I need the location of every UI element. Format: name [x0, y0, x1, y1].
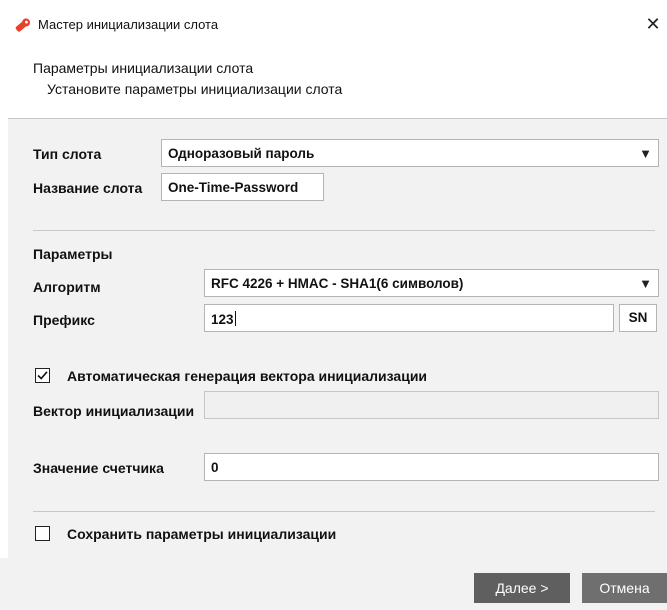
- algorithm-value: RFC 4226 + HMAC - SHA1(6 символов): [211, 276, 464, 291]
- algorithm-label: Алгоритм: [33, 279, 101, 295]
- counter-label: Значение счетчика: [33, 460, 164, 476]
- close-icon[interactable]: ✕: [639, 8, 667, 40]
- auto-iv-label: Автоматическая генерация вектора инициал…: [67, 368, 428, 384]
- wizard-window: Мастер инициализации слота ✕ Параметры и…: [0, 0, 667, 610]
- page-title: Параметры инициализации слота: [33, 60, 254, 76]
- iv-label: Вектор инициализации: [33, 403, 195, 419]
- prefix-value: 123: [211, 312, 234, 327]
- checkmark-icon: [37, 371, 48, 380]
- chevron-down-icon: ▼: [639, 146, 652, 161]
- save-params-checkbox[interactable]: [35, 526, 50, 541]
- chevron-down-icon: ▼: [639, 276, 652, 291]
- save-params-label: Сохранить параметры инициализации: [67, 526, 337, 542]
- auto-iv-checkbox[interactable]: [35, 368, 50, 383]
- divider: [33, 511, 655, 512]
- cancel-button[interactable]: Отмена: [582, 573, 667, 603]
- prefix-label: Префикс: [33, 312, 95, 328]
- sn-button[interactable]: SN: [619, 304, 657, 332]
- window-title: Мастер инициализации слота: [38, 17, 219, 32]
- slot-name-input[interactable]: One-Time-Password: [161, 173, 324, 201]
- wizard-header: Параметры инициализации слота Установите…: [0, 46, 667, 116]
- prefix-input[interactable]: 123: [204, 304, 614, 332]
- slot-type-label: Тип слота: [33, 146, 102, 162]
- text-cursor: [234, 311, 236, 326]
- iv-input[interactable]: [204, 391, 659, 419]
- params-section-label: Параметры: [33, 246, 113, 262]
- title-bar: Мастер инициализации слота ✕: [0, 0, 667, 46]
- slot-name-label: Название слота: [33, 180, 143, 196]
- counter-input[interactable]: 0: [204, 453, 659, 481]
- settings-panel: Тип слота Одноразовый пароль ▼ Название …: [8, 118, 667, 559]
- next-button[interactable]: Далее >: [474, 573, 570, 603]
- key-icon: [14, 16, 32, 34]
- slot-type-select[interactable]: Одноразовый пароль ▼: [161, 139, 659, 167]
- divider: [33, 230, 655, 231]
- button-bar: Далее > Отмена: [0, 558, 667, 610]
- algorithm-select[interactable]: RFC 4226 + HMAC - SHA1(6 символов) ▼: [204, 269, 659, 297]
- page-subtitle: Установите параметры инициализации слота: [47, 81, 343, 97]
- slot-type-value: Одноразовый пароль: [168, 146, 315, 161]
